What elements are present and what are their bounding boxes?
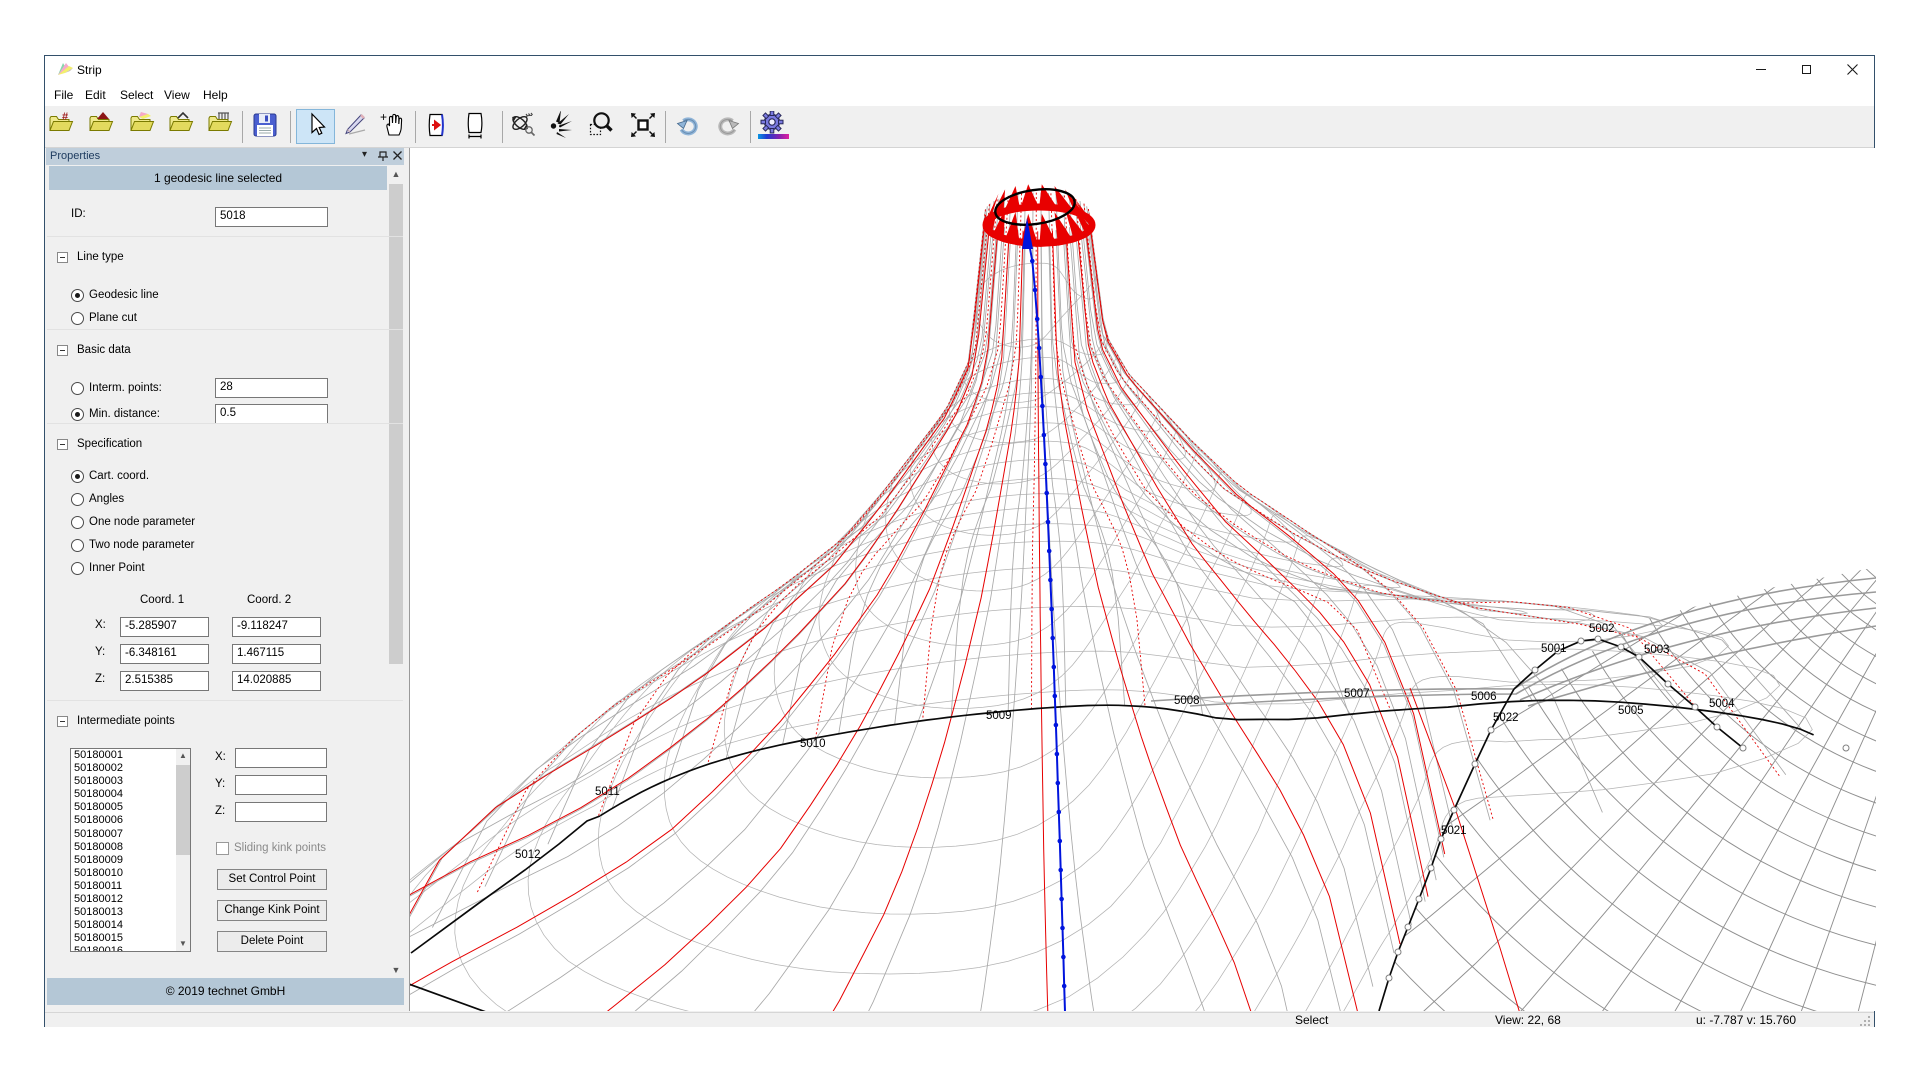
svg-text:5012: 5012 bbox=[515, 849, 541, 861]
svg-text:5001: 5001 bbox=[1541, 643, 1567, 655]
svg-text:5002: 5002 bbox=[1589, 623, 1615, 635]
svg-text:5004: 5004 bbox=[1709, 698, 1735, 710]
svg-text:5006: 5006 bbox=[1471, 691, 1497, 703]
svg-text:5007: 5007 bbox=[1344, 688, 1370, 700]
svg-text:5005: 5005 bbox=[1618, 705, 1644, 717]
svg-text:5022: 5022 bbox=[1493, 712, 1519, 724]
svg-text:#: # bbox=[62, 111, 68, 123]
svg-text:+: + bbox=[380, 111, 387, 124]
svg-text:5010: 5010 bbox=[800, 738, 826, 750]
svg-text:5008: 5008 bbox=[1174, 695, 1200, 707]
svg-text:5021: 5021 bbox=[1441, 825, 1467, 837]
svg-text:5003: 5003 bbox=[1644, 644, 1670, 656]
svg-text:5009: 5009 bbox=[986, 710, 1012, 722]
svg-text:5011: 5011 bbox=[595, 786, 620, 798]
